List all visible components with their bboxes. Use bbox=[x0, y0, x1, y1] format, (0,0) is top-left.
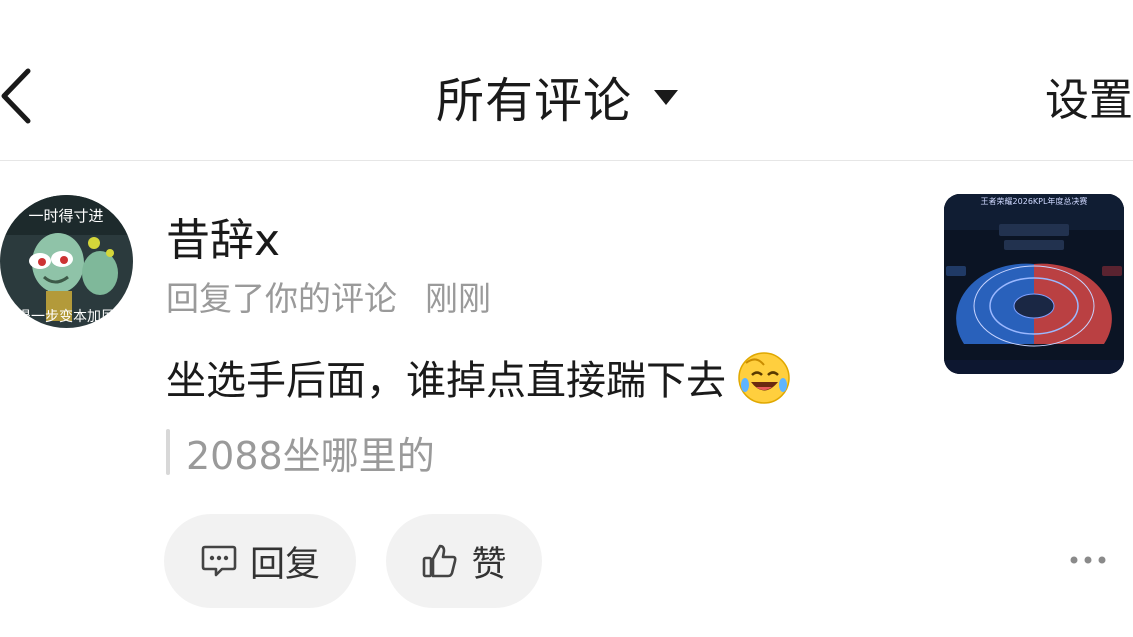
quote-bar bbox=[166, 429, 170, 475]
quoted-comment[interactable]: 2088坐哪里的 bbox=[166, 428, 435, 478]
comment-text: 坐选手后面，谁掉点直接踹下去 bbox=[166, 358, 726, 404]
like-button[interactable]: 赞 bbox=[386, 514, 542, 608]
quote-text: 2088坐哪里的 bbox=[186, 433, 435, 478]
settings-button[interactable]: 设置 bbox=[1045, 66, 1133, 126]
more-options-button[interactable] bbox=[1066, 545, 1110, 575]
comment-content: 坐选手后面，谁掉点直接踹下去 bbox=[166, 348, 792, 406]
more-dots-icon bbox=[1070, 556, 1106, 564]
username[interactable]: 昔辞x bbox=[166, 204, 280, 268]
comment-filter-dropdown[interactable]: 所有评论 bbox=[436, 66, 679, 129]
avatar-caption-top: 一时得寸进 bbox=[28, 207, 103, 225]
avatar-caption-bottom: 退一步变本加厉 bbox=[17, 309, 115, 325]
reply-label: 回复 bbox=[249, 544, 320, 585]
thumbs-up-icon bbox=[423, 544, 458, 578]
like-label: 赞 bbox=[471, 544, 507, 585]
timestamp: 刚刚 bbox=[425, 279, 491, 318]
back-arrow-icon bbox=[1, 68, 31, 124]
laughing-emoji-icon bbox=[736, 349, 792, 405]
post-thumbnail[interactable]: 王者荣耀2026KPL年度总决赛 bbox=[944, 194, 1124, 374]
top-nav-bar: 所有评论 设置 bbox=[0, 0, 1133, 161]
dropdown-caret-icon bbox=[654, 90, 679, 105]
page-title: 所有评论 bbox=[436, 73, 633, 129]
reply-button[interactable]: 回复 bbox=[164, 514, 356, 608]
back-button[interactable] bbox=[0, 66, 40, 126]
avatar[interactable]: 一时得寸进 退一步变本加厉 bbox=[0, 195, 133, 328]
comment-meta: 回复了你的评论 刚刚 bbox=[166, 272, 491, 320]
thumbnail-title: 王者荣耀2026KPL年度总决赛 bbox=[981, 196, 1088, 206]
action-text: 回复了你的评论 bbox=[166, 279, 397, 318]
comment-bubble-icon bbox=[201, 545, 237, 577]
